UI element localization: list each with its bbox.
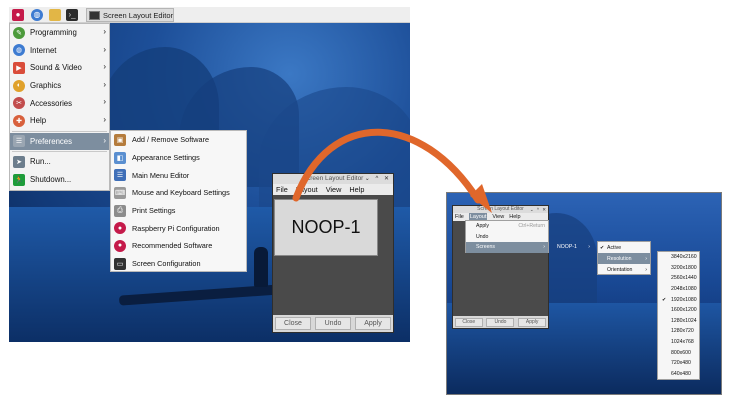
screenshot-stage: ● ◍ ›_ Screen Layout Editor ✎ Programmin… — [0, 0, 740, 412]
arrow-stroke — [292, 128, 482, 204]
curved-arrow-icon — [292, 128, 492, 213]
